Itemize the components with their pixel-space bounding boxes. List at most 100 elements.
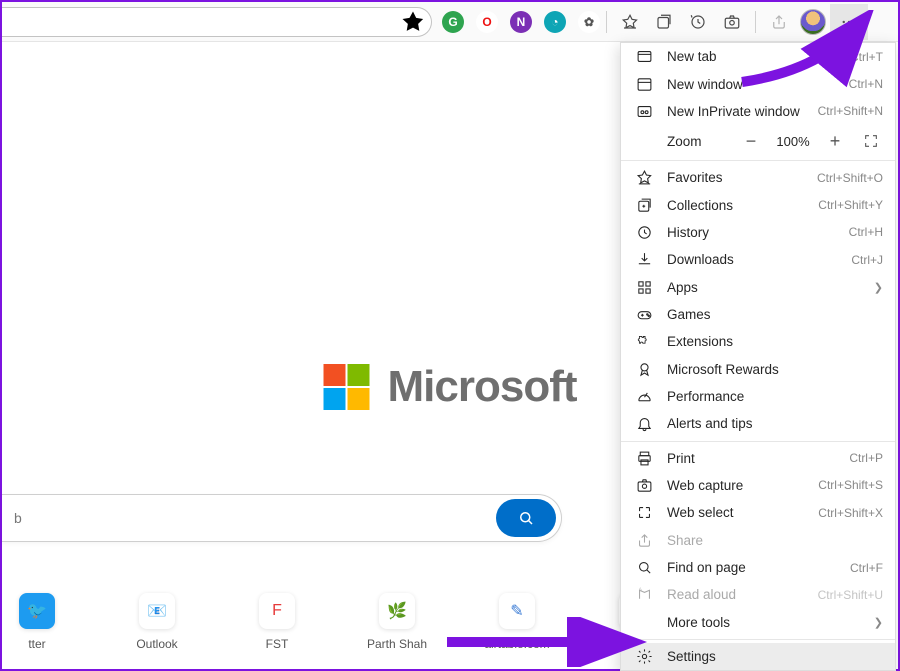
menu-extensions[interactable]: Extensions	[621, 328, 895, 355]
select-icon	[635, 504, 653, 522]
menu-new-tab[interactable]: New tabCtrl+T	[621, 43, 895, 70]
menu-read: ARead aloudCtrl+Shift+U	[621, 581, 895, 608]
menu-collections[interactable]: CollectionsCtrl+Shift+Y	[621, 191, 895, 218]
menu-new-window[interactable]: New windowCtrl+N	[621, 70, 895, 97]
search-bar[interactable]	[2, 494, 562, 542]
menu-downloads[interactable]: Downloads Ctrl+J	[621, 246, 895, 273]
menu-settings[interactable]: Settings	[621, 643, 895, 670]
browser-toolbar: GON ◔ ✿	[2, 2, 898, 42]
microsoft-tiles-icon	[324, 364, 370, 410]
quicklink-parth[interactable]: 🌿Parth Shah	[362, 593, 432, 651]
quicklink-airtable[interactable]: ✎ airtable.com	[482, 593, 552, 651]
menu-apps[interactable]: Apps ❯	[621, 273, 895, 300]
share-icon	[635, 531, 653, 549]
zoom-in-button[interactable]: +	[821, 127, 849, 155]
menu-performance[interactable]: Performance	[621, 383, 895, 410]
quicklink-airtable-icon: ✎	[499, 593, 535, 629]
quicklink-fst-label: FST	[266, 637, 289, 651]
more-menu-button[interactable]	[830, 4, 868, 40]
games-icon	[635, 306, 653, 324]
performance-icon	[635, 388, 653, 406]
bell-icon	[635, 415, 653, 433]
download-icon	[635, 251, 653, 269]
zoom-value: 100%	[773, 134, 813, 149]
quicklink-twitter-label: tter	[28, 637, 45, 651]
history-icon	[635, 223, 653, 241]
menu-find[interactable]: Find on pageCtrl+F	[621, 554, 895, 581]
collections-icon[interactable]	[647, 5, 681, 39]
menu-rewards[interactable]: Microsoft Rewards	[621, 356, 895, 383]
menu-capture[interactable]: Web captureCtrl+Shift+S	[621, 472, 895, 499]
profile-avatar[interactable]	[796, 5, 830, 39]
read-icon: A	[635, 586, 653, 604]
menu-find-shortcut: Ctrl+F	[850, 561, 883, 575]
quicklink-fst[interactable]: F FST	[242, 593, 312, 651]
menu-apps-label: Apps	[667, 280, 860, 295]
menu-history[interactable]: History Ctrl+H	[621, 219, 895, 246]
zoom-label: Zoom	[667, 134, 729, 149]
add-favorite-icon[interactable]	[399, 8, 427, 36]
extensions-strip: GON ◔ ✿	[442, 11, 600, 33]
menu-settings-label: Settings	[667, 649, 883, 664]
search-button[interactable]	[496, 499, 556, 537]
ext-puzzle-icon[interactable]: ✿	[578, 11, 600, 33]
menu-favorites-shortcut: Ctrl+Shift+O	[817, 171, 883, 185]
favorites-icon[interactable]	[613, 5, 647, 39]
onenote-icon[interactable]: N	[510, 11, 532, 33]
toolbar-separator	[606, 11, 607, 33]
menu-inprivate-shortcut: Ctrl+Shift+N	[818, 104, 883, 118]
menu-collections-shortcut: Ctrl+Shift+Y	[818, 198, 883, 212]
menu-favorites-label: Favorites	[667, 170, 803, 185]
menu-print[interactable]: Print Ctrl+P	[621, 444, 895, 471]
menu-zoom: Zoom − 100% +	[621, 125, 895, 157]
zoom-out-button[interactable]: −	[737, 127, 765, 155]
menu-more-tools-label: More tools	[667, 615, 860, 630]
apps-icon	[635, 278, 653, 296]
menu-extensions-label: Extensions	[667, 334, 883, 349]
menu-games[interactable]: Games	[621, 301, 895, 328]
menu-performance-label: Performance	[667, 389, 883, 404]
menu-select[interactable]: Web selectCtrl+Shift+X	[621, 499, 895, 526]
theme-icon[interactable]: ◔	[544, 11, 566, 33]
menu-alerts[interactable]: Alerts and tips	[621, 410, 895, 437]
microsoft-logo: Microsoft	[324, 362, 577, 412]
menu-downloads-shortcut: Ctrl+J	[851, 253, 883, 267]
quicklink-outlook-label: Outlook	[136, 637, 177, 651]
menu-separator	[621, 160, 895, 161]
menu-history-label: History	[667, 225, 835, 240]
search-input[interactable]	[2, 510, 496, 526]
find-icon	[635, 559, 653, 577]
overflow-menu: New tabCtrl+TNew windowCtrl+NNew InPriva…	[620, 42, 896, 671]
quicklink-airtable-label: airtable.com	[484, 637, 549, 651]
menu-print-label: Print	[667, 451, 835, 466]
quicklink-twitter[interactable]: 🐦tter	[2, 593, 72, 651]
menu-favorites[interactable]: Favorites Ctrl+Shift+O	[621, 164, 895, 191]
menu-share: Share	[621, 527, 895, 554]
microsoft-wordmark: Microsoft	[388, 362, 577, 412]
screenshot-icon[interactable]	[715, 5, 749, 39]
menu-inprivate[interactable]: New InPrivate window Ctrl+Shift+N	[621, 98, 895, 125]
share-icon[interactable]	[762, 5, 796, 39]
blank-icon	[635, 613, 653, 631]
rewards-icon	[635, 360, 653, 378]
menu-inprivate-label: New InPrivate window	[667, 104, 804, 119]
menu-separator	[621, 441, 895, 442]
menu-capture-shortcut: Ctrl+Shift+S	[818, 478, 883, 492]
menu-new-tab-shortcut: Ctrl+T	[850, 50, 883, 64]
address-bar[interactable]	[2, 7, 432, 37]
menu-history-shortcut: Ctrl+H	[849, 225, 883, 239]
quicklink-outlook[interactable]: 📧Outlook	[122, 593, 192, 651]
quicklink-fst-icon: F	[259, 593, 295, 629]
chevron-right-icon: ❯	[874, 281, 883, 294]
star-icon	[635, 169, 653, 187]
grammarly-icon[interactable]: G	[442, 11, 464, 33]
menu-more-tools[interactable]: More tools❯	[621, 609, 895, 636]
inprivate-icon	[635, 102, 653, 120]
menu-select-label: Web select	[667, 505, 804, 520]
history-icon[interactable]	[681, 5, 715, 39]
fullscreen-button[interactable]	[857, 127, 885, 155]
menu-downloads-label: Downloads	[667, 252, 837, 267]
menu-share-label: Share	[667, 533, 883, 548]
menu-print-shortcut: Ctrl+P	[849, 451, 883, 465]
opera-icon[interactable]: O	[476, 11, 498, 33]
